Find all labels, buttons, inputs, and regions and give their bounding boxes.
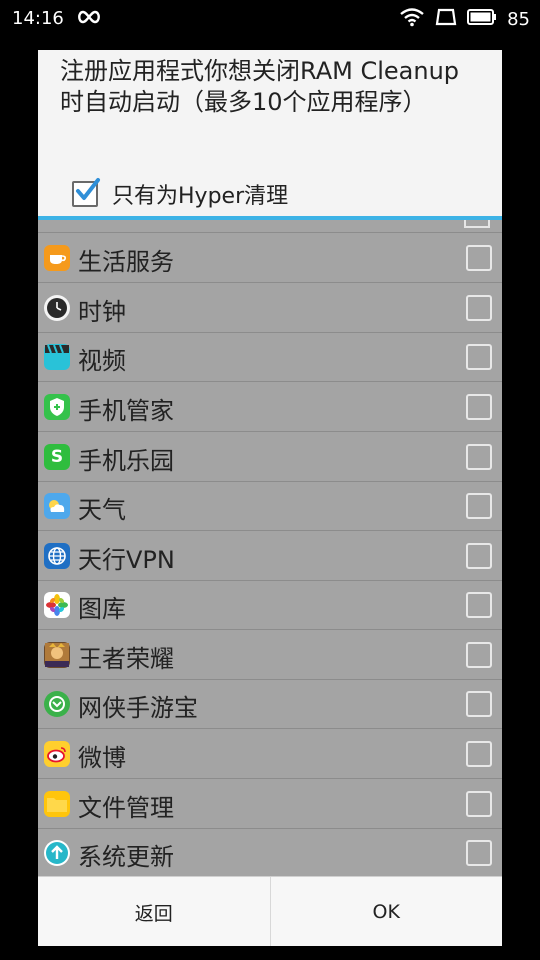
- app-label: 视频: [78, 347, 126, 375]
- app-checkbox[interactable]: [466, 642, 492, 668]
- app-label: 图库: [78, 595, 126, 623]
- hyper-only-checkbox[interactable]: [72, 178, 100, 207]
- weather-icon: [44, 493, 70, 519]
- app-label: 系统更新: [78, 843, 174, 871]
- life-service-icon: [44, 245, 70, 271]
- list-item[interactable]: 时钟: [38, 283, 502, 333]
- app-checkbox[interactable]: [466, 592, 492, 618]
- list-item[interactable]: 生活服务: [38, 233, 502, 283]
- partial-checkbox: [464, 220, 490, 228]
- list-item[interactable]: 天气: [38, 481, 502, 531]
- app-checkbox[interactable]: [466, 344, 492, 370]
- app-label: 生活服务: [78, 248, 174, 276]
- list-item[interactable]: 微博: [38, 729, 502, 779]
- app-label: 天行VPN: [78, 546, 175, 574]
- app-checkbox[interactable]: [466, 791, 492, 817]
- status-time: 14:16: [12, 8, 64, 29]
- app-checkbox[interactable]: [466, 295, 492, 321]
- checkmark-icon: [76, 178, 100, 200]
- app-checkbox[interactable]: [466, 543, 492, 569]
- app-checkbox[interactable]: [466, 840, 492, 866]
- list-item[interactable]: 系统更新: [38, 828, 502, 876]
- phone-manager-icon: [44, 394, 70, 420]
- list-item[interactable]: S 手机乐园: [38, 432, 502, 482]
- list-item[interactable]: 文件管理: [38, 779, 502, 829]
- list-item[interactable]: 手机管家: [38, 382, 502, 432]
- battery-level: 85: [507, 9, 530, 30]
- app-label: 手机乐园: [78, 447, 174, 475]
- app-label: 时钟: [78, 298, 126, 326]
- list-item[interactable]: 王者荣耀: [38, 630, 502, 680]
- list-item[interactable]: 天行VPN: [38, 531, 502, 581]
- app-list[interactable]: 生活服务 时钟 视频 手机管家 S 手机乐园 天气 天行VPN 图库 王者荣耀 …: [38, 220, 502, 876]
- status-bar: 14:16 85: [0, 0, 540, 36]
- battery-icon: [467, 9, 497, 30]
- app-checkbox[interactable]: [466, 245, 492, 271]
- list-item-partial: [38, 220, 502, 233]
- video-icon: [44, 344, 70, 370]
- gallery-icon: [44, 592, 70, 618]
- app-checkbox[interactable]: [466, 691, 492, 717]
- app-checkbox[interactable]: [466, 493, 492, 519]
- vpn-icon: [44, 543, 70, 569]
- clock-icon: [44, 295, 70, 321]
- weibo-icon: [44, 741, 70, 767]
- list-item[interactable]: 网侠手游宝: [38, 679, 502, 729]
- screen-rotate-icon: [435, 7, 457, 32]
- autostart-dialog: 注册应用程式你想关闭RAM Cleanup时自动启动（最多10个应用程序） 只有…: [38, 50, 502, 946]
- system-update-icon: [44, 840, 70, 866]
- app-label: 文件管理: [78, 794, 174, 822]
- app-label: 手机管家: [78, 397, 174, 425]
- dialog-footer: 返回 OK: [38, 876, 502, 946]
- dialog-header: 注册应用程式你想关闭RAM Cleanup时自动启动（最多10个应用程序） 只有…: [38, 50, 502, 216]
- game-icon: [44, 642, 70, 668]
- app-label: 天气: [78, 496, 126, 524]
- hyper-only-option[interactable]: 只有为Hyper清理: [72, 178, 288, 210]
- list-item[interactable]: 图库: [38, 580, 502, 630]
- app-checkbox[interactable]: [466, 394, 492, 420]
- file-manager-icon: [44, 791, 70, 817]
- phone-paradise-icon: S: [44, 444, 70, 470]
- app-label: 微博: [78, 744, 126, 772]
- app-label: 王者荣耀: [78, 645, 174, 673]
- app-checkbox[interactable]: [466, 444, 492, 470]
- hyper-only-label: 只有为Hyper清理: [112, 184, 289, 209]
- game-store-icon: [44, 691, 70, 717]
- back-button[interactable]: 返回: [38, 877, 270, 946]
- list-item[interactable]: 视频: [38, 332, 502, 382]
- wifi-icon: [399, 7, 425, 32]
- ok-button[interactable]: OK: [269, 877, 503, 946]
- app-label: 网侠手游宝: [78, 694, 198, 722]
- dialog-title: 注册应用程式你想关闭RAM Cleanup时自动启动（最多10个应用程序）: [60, 57, 460, 116]
- app-checkbox[interactable]: [466, 741, 492, 767]
- infinity-icon: [76, 7, 102, 27]
